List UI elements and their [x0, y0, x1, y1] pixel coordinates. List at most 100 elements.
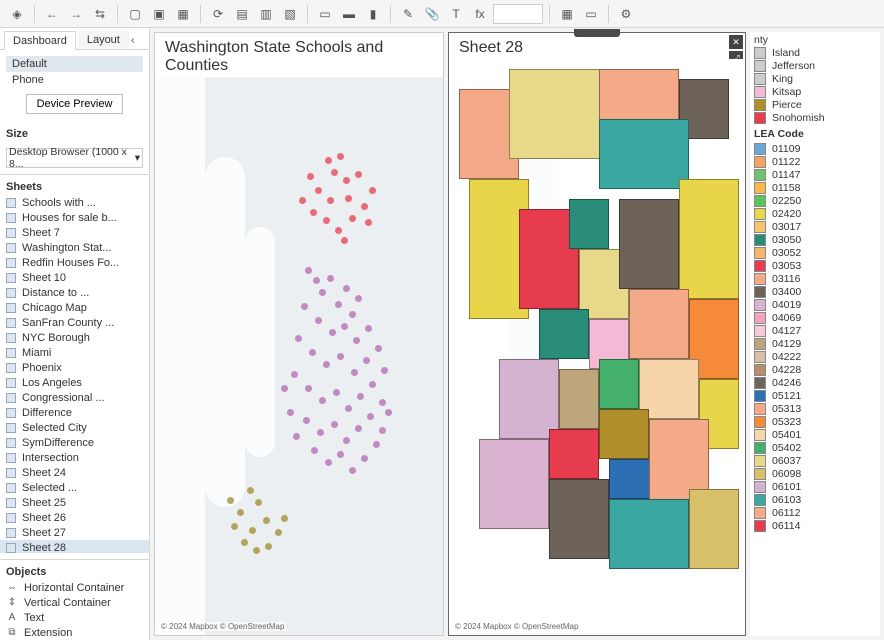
size-dropdown[interactable]: Desktop Browser (1000 x 8... ▾ — [6, 148, 143, 168]
map-dot[interactable] — [315, 187, 322, 194]
legend-item[interactable]: 05401 — [754, 428, 876, 441]
map-dot[interactable] — [307, 173, 314, 180]
map-dot[interactable] — [345, 405, 352, 412]
map-dot[interactable] — [310, 209, 317, 216]
map-dot[interactable] — [331, 421, 338, 428]
toolbar-btn-19[interactable]: ▭ — [580, 3, 602, 25]
toolbar-btn-12[interactable]: ▬ — [338, 3, 360, 25]
map-dot[interactable] — [323, 361, 330, 368]
map-dot[interactable] — [323, 217, 330, 224]
legend-item[interactable]: 01147 — [754, 168, 876, 181]
legend-item[interactable]: 03017 — [754, 220, 876, 233]
toolbar-btn-10[interactable]: ▧ — [279, 3, 301, 25]
map-dot[interactable] — [291, 371, 298, 378]
map-region[interactable] — [479, 439, 549, 529]
object-item[interactable]: ⧉Extension — [0, 625, 149, 640]
legend-item[interactable]: 04246 — [754, 376, 876, 389]
legend-item[interactable]: 06112 — [754, 506, 876, 519]
toolbar-btn-8[interactable]: ▤ — [231, 3, 253, 25]
map-dot[interactable] — [373, 441, 380, 448]
sheet-item[interactable]: Phoenix — [0, 360, 149, 375]
map-dot[interactable] — [327, 197, 334, 204]
legend-item[interactable]: 03052 — [754, 246, 876, 259]
map-dot[interactable] — [295, 335, 302, 342]
map-dot[interactable] — [265, 543, 272, 550]
sheet-item[interactable]: Difference — [0, 405, 149, 420]
map-dot[interactable] — [343, 285, 350, 292]
toolbar-btn-20[interactable]: ⚙ — [615, 3, 637, 25]
sheet-item[interactable]: Washington Stat... — [0, 240, 149, 255]
toolbar-btn-17[interactable]: fx — [469, 3, 491, 25]
tab-layout[interactable]: Layout — [78, 30, 129, 49]
map-dot[interactable] — [263, 517, 270, 524]
map-dot[interactable] — [369, 187, 376, 194]
legend-item[interactable]: Pierce — [754, 98, 876, 111]
map-dot[interactable] — [247, 487, 254, 494]
map-dot[interactable] — [361, 455, 368, 462]
map-dot[interactable] — [337, 353, 344, 360]
map-region[interactable] — [549, 479, 609, 559]
map-dot[interactable] — [337, 451, 344, 458]
toolbar-btn-13[interactable]: ▮ — [362, 3, 384, 25]
sheet-item[interactable]: Sheet 10 — [0, 270, 149, 285]
map-region[interactable] — [679, 179, 739, 299]
map-region[interactable] — [539, 309, 589, 359]
map-dot[interactable] — [325, 459, 332, 466]
map-dot[interactable] — [227, 497, 234, 504]
toolbar-btn-6[interactable]: ▦ — [172, 3, 194, 25]
sheet-item[interactable]: Schools with ... — [0, 195, 149, 210]
map-dot[interactable] — [343, 177, 350, 184]
legend-item[interactable]: 05323 — [754, 415, 876, 428]
map-region[interactable] — [559, 369, 599, 429]
map-dot[interactable] — [335, 227, 342, 234]
map-dot[interactable] — [293, 433, 300, 440]
legend-item[interactable]: 06103 — [754, 493, 876, 506]
map-dot[interactable] — [379, 399, 386, 406]
map-dot[interactable] — [325, 157, 332, 164]
map-dot[interactable] — [241, 539, 248, 546]
sheet-item[interactable]: NYC Borough — [0, 330, 149, 345]
legend-item[interactable]: 01122 — [754, 155, 876, 168]
map-dot[interactable] — [353, 337, 360, 344]
map-dot[interactable] — [355, 171, 362, 178]
map-dot[interactable] — [355, 425, 362, 432]
view2-body[interactable]: © 2024 Mapbox © OpenStreetMap — [449, 59, 745, 635]
toolbar-btn-5[interactable]: ▣ — [148, 3, 170, 25]
map-dot[interactable] — [331, 169, 338, 176]
legend-item[interactable]: 04019 — [754, 298, 876, 311]
map-dot[interactable] — [379, 427, 386, 434]
legend-item[interactable]: 06037 — [754, 454, 876, 467]
map-dot[interactable] — [361, 203, 368, 210]
object-item[interactable]: ⇔Horizontal Container — [0, 580, 149, 595]
legend-item[interactable]: 04222 — [754, 350, 876, 363]
legend-item[interactable]: 05402 — [754, 441, 876, 454]
toolbar-btn-18[interactable]: ▦ — [556, 3, 578, 25]
legend-item[interactable]: 05121 — [754, 389, 876, 402]
map-dot[interactable] — [237, 509, 244, 516]
map-region[interactable] — [619, 199, 679, 289]
toolbar-btn-3[interactable]: ⇆ — [89, 3, 111, 25]
map-dot[interactable] — [309, 349, 316, 356]
map-dot[interactable] — [343, 437, 350, 444]
map-dot[interactable] — [305, 385, 312, 392]
map-dot[interactable] — [249, 527, 256, 534]
legend-item[interactable]: King — [754, 72, 876, 85]
sheet-item[interactable]: Sheet 26 — [0, 510, 149, 525]
map-dot[interactable] — [385, 409, 392, 416]
map-dot[interactable] — [335, 301, 342, 308]
map-dot[interactable] — [303, 417, 310, 424]
legend-item[interactable]: 03050 — [754, 233, 876, 246]
legend-item[interactable]: 02420 — [754, 207, 876, 220]
view2-drag-handle[interactable] — [574, 29, 620, 37]
map-dot[interactable] — [287, 409, 294, 416]
legend-item[interactable]: Kitsap — [754, 85, 876, 98]
map-dot[interactable] — [381, 367, 388, 374]
map-dot[interactable] — [301, 303, 308, 310]
map-dot[interactable] — [349, 311, 356, 318]
map-dot[interactable] — [351, 369, 358, 376]
dashboard-canvas[interactable]: Washington State Schools and Counties © … — [150, 28, 884, 640]
map-dot[interactable] — [305, 267, 312, 274]
sheet-item[interactable]: Distance to ... — [0, 285, 149, 300]
legend-item[interactable]: Jefferson — [754, 59, 876, 72]
legend-item[interactable]: Snohomish — [754, 111, 876, 124]
